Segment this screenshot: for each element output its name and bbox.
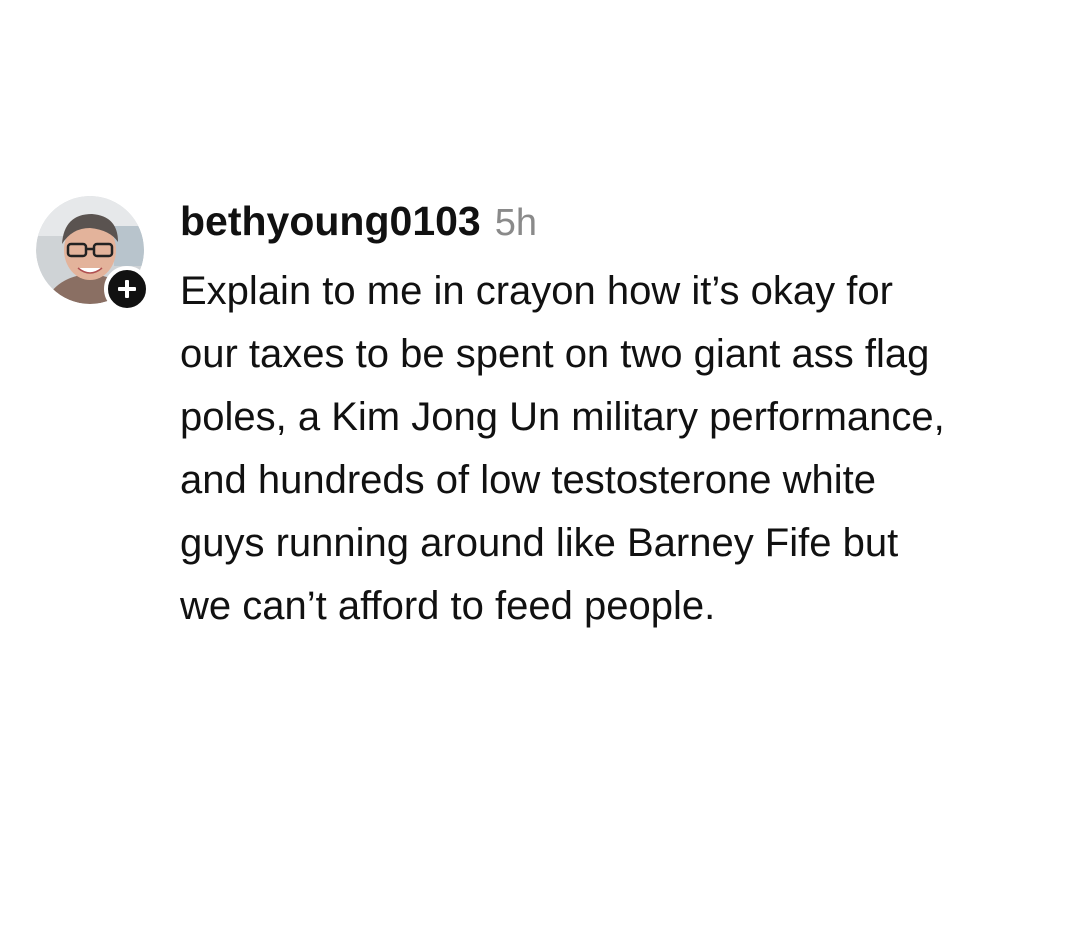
- plus-icon: [118, 280, 136, 298]
- comment-body: bethyoung0103 5h Explain to me in crayon…: [180, 196, 1046, 638]
- comment-meta: bethyoung0103 5h: [180, 196, 1046, 254]
- avatar-container[interactable]: [36, 196, 150, 312]
- follow-button[interactable]: [104, 266, 150, 312]
- comment-timestamp: 5h: [494, 202, 538, 244]
- username-link[interactable]: bethyoung0103: [180, 198, 481, 245]
- comment-text: Explain to me in crayon how it’s okay fo…: [180, 269, 945, 628]
